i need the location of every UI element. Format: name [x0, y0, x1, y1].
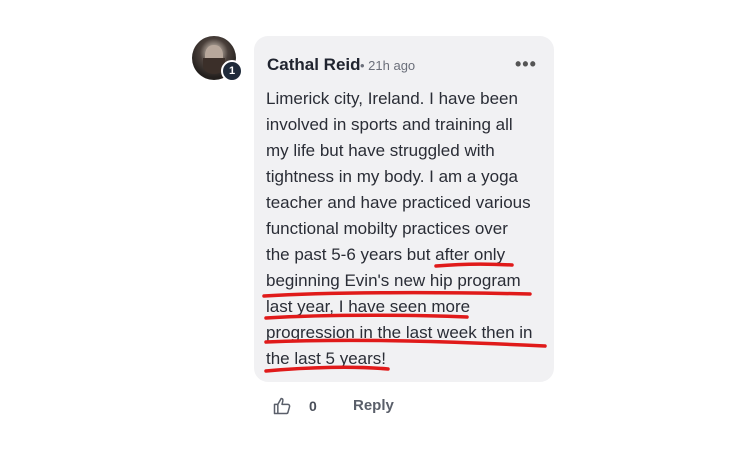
comment-line: Limerick city, Ireland. I have been — [266, 89, 518, 108]
level-badge: 1 — [221, 60, 243, 82]
like-count: 0 — [309, 398, 317, 414]
more-options-icon[interactable]: ••• — [515, 54, 537, 75]
comment-line: beginning Evin's new hip program — [266, 271, 521, 290]
comment-line: the last 5 years! — [266, 349, 387, 368]
reply-button[interactable]: Reply — [353, 397, 394, 414]
author-name[interactable]: Cathal Reid — [267, 55, 361, 75]
timestamp: • 21h ago — [360, 58, 416, 73]
comment-line: tightness in my body. I am a yoga — [266, 167, 518, 186]
comment-line: progression in the last week then in — [266, 323, 533, 342]
comment-line: teacher and have practiced various — [266, 193, 531, 212]
comment-line: functional mobilty practices over — [266, 219, 508, 238]
comment-line: last year, I have seen more — [266, 297, 471, 316]
thumbs-up-icon[interactable] — [272, 396, 292, 416]
comment-line: the past 5-6 years but after only — [266, 245, 506, 264]
comment-line: involved in sports and training all — [266, 115, 513, 134]
comment-line: my life but have struggled with — [266, 141, 495, 160]
